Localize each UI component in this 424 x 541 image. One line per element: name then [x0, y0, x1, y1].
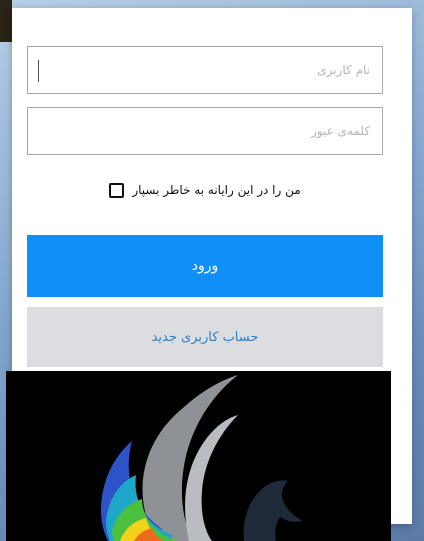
- remember-me-row[interactable]: من را در این رایانه به خاطر بسپار: [27, 178, 383, 202]
- app-logo-icon: [101, 375, 302, 541]
- password-input[interactable]: [28, 108, 382, 154]
- logo-overlay: [6, 371, 391, 541]
- register-button[interactable]: حساب کاربری جدید: [27, 307, 383, 367]
- username-field-box[interactable]: [27, 46, 383, 94]
- text-caret: [38, 60, 39, 82]
- login-button[interactable]: ورود: [27, 235, 383, 297]
- username-input[interactable]: [28, 47, 382, 93]
- background-corner: [0, 0, 12, 42]
- remember-me-label[interactable]: من را در این رایانه به خاطر بسپار: [132, 183, 300, 197]
- remember-me-checkbox[interactable]: [109, 182, 125, 198]
- password-field-box[interactable]: [27, 107, 383, 155]
